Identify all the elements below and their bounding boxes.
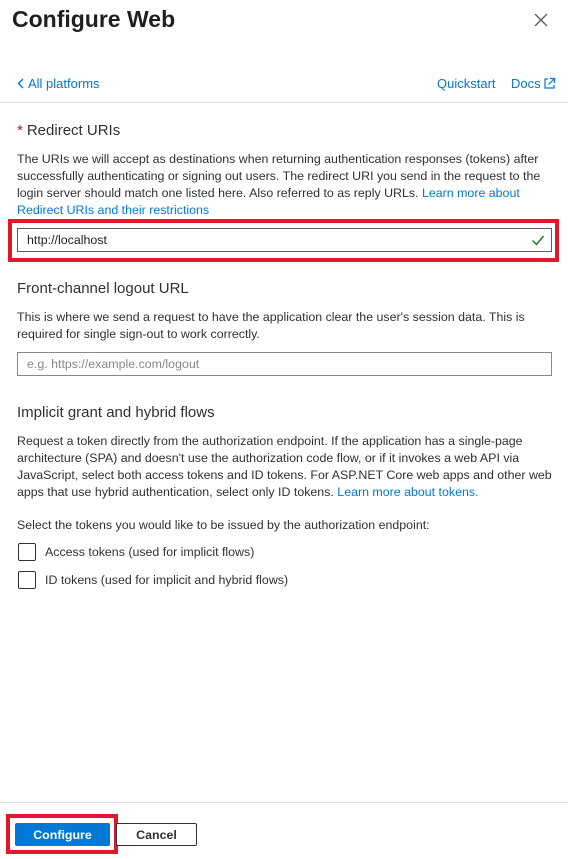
token-select-prompt: Select the tokens you would like to be i… bbox=[17, 518, 430, 532]
tokens-learn-more-link[interactable]: Learn more about tokens. bbox=[337, 485, 478, 499]
logout-url-description: This is where we send a request to have … bbox=[17, 310, 525, 341]
id-tokens-checkbox[interactable] bbox=[18, 571, 36, 589]
implicit-grant-heading: Implicit grant and hybrid flows bbox=[17, 404, 215, 421]
cancel-button[interactable]: Cancel bbox=[116, 823, 197, 846]
configure-button[interactable]: Configure bbox=[15, 823, 110, 846]
id-tokens-label: ID tokens (used for implicit and hybrid … bbox=[45, 573, 289, 587]
all-platforms-label: All platforms bbox=[28, 76, 100, 91]
redirect-uris-description: The URIs we will accept as destinations … bbox=[17, 151, 553, 219]
access-tokens-checkbox[interactable] bbox=[18, 543, 36, 561]
logout-url-heading: Front-channel logout URL bbox=[17, 280, 189, 297]
redirect-uri-value: http://localhost bbox=[27, 233, 107, 247]
external-link-icon bbox=[544, 77, 555, 89]
chevron-left-icon bbox=[17, 78, 24, 89]
implicit-grant-description: Request a token directly from the author… bbox=[17, 433, 553, 501]
required-mark: * bbox=[17, 122, 23, 139]
docs-link[interactable]: Docs bbox=[511, 76, 556, 91]
docs-label: Docs bbox=[511, 76, 541, 91]
id-tokens-option[interactable]: ID tokens (used for implicit and hybrid … bbox=[18, 571, 288, 589]
redirect-uri-input[interactable]: http://localhost bbox=[17, 228, 552, 252]
logout-url-input[interactable]: e.g. https://example.com/logout bbox=[17, 352, 552, 376]
quickstart-link[interactable]: Quickstart bbox=[437, 76, 496, 91]
access-tokens-label: Access tokens (used for implicit flows) bbox=[45, 545, 255, 559]
checkmark-icon bbox=[532, 235, 545, 246]
footer-divider bbox=[0, 802, 568, 803]
all-platforms-link[interactable]: All platforms bbox=[17, 76, 100, 91]
close-icon[interactable] bbox=[531, 10, 551, 30]
redirect-uris-title: Redirect URIs bbox=[26, 122, 121, 139]
panel-title: Configure Web bbox=[12, 6, 176, 32]
logout-url-placeholder: e.g. https://example.com/logout bbox=[27, 357, 200, 371]
redirect-uris-heading: * Redirect URIs bbox=[17, 122, 120, 139]
header-divider bbox=[0, 102, 568, 103]
access-tokens-option[interactable]: Access tokens (used for implicit flows) bbox=[18, 543, 254, 561]
